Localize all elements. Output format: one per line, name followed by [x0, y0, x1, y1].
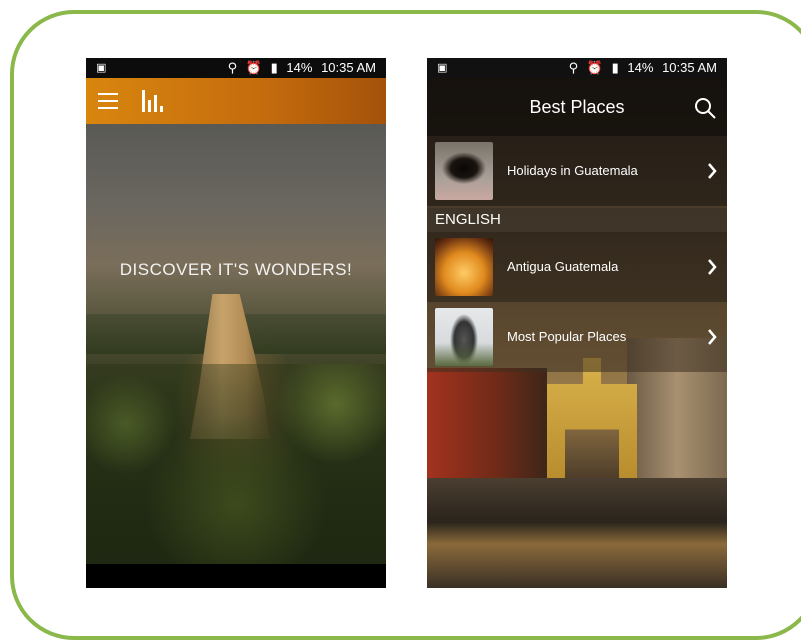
jungle-canopy — [86, 364, 386, 564]
list-item-antigua[interactable]: Antigua Guatemala — [427, 232, 727, 302]
section-header: ENGLISH — [427, 208, 727, 232]
chevron-right-icon — [708, 163, 717, 179]
search-icon[interactable] — [693, 96, 717, 120]
list-item-label: Holidays in Guatemala — [507, 163, 638, 178]
thumbnail-church — [435, 238, 493, 296]
phone-screen-left: ▣ ⚲ ⏰ ▮ 14% 10:35 AM DISCOVER IT'S WONDE… — [86, 58, 386, 588]
status-right: ⚲ ⏰ ▮ 14% 10:35 AM — [564, 58, 717, 78]
status-time: 10:35 AM — [321, 60, 376, 75]
thumbnail-cave — [435, 142, 493, 200]
clock-arch — [547, 358, 637, 488]
page-title: Best Places — [529, 97, 625, 117]
app-bar — [86, 78, 386, 124]
bottom-bar — [86, 564, 386, 588]
location-icon: ⚲ — [227, 60, 238, 75]
status-time: 10:35 AM — [662, 60, 717, 75]
signal-icon: ▮ — [270, 60, 278, 75]
status-bar: ▣ ⚲ ⏰ ▮ 14% 10:35 AM — [427, 58, 727, 78]
top-bar: Best Places — [427, 78, 727, 136]
battery-level: 14% — [627, 60, 654, 75]
thumbnail-temple — [435, 308, 493, 366]
phone-screen-right: ▣ ⚲ ⏰ ▮ 14% 10:35 AM Best Places Holiday… — [427, 58, 727, 588]
signal-icon: ▮ — [611, 60, 619, 75]
bar-chart-icon[interactable] — [142, 90, 166, 112]
battery-level: 14% — [286, 60, 313, 75]
alarm-icon: ⏰ — [586, 60, 603, 75]
status-right: ⚲ ⏰ ▮ 14% 10:35 AM — [223, 58, 376, 78]
chevron-right-icon — [708, 329, 717, 345]
list-item-label: Antigua Guatemala — [507, 259, 619, 274]
chevron-right-icon — [708, 259, 717, 275]
hero-image: DISCOVER IT'S WONDERS! — [86, 124, 386, 564]
list-item-popular[interactable]: Most Popular Places — [427, 302, 727, 372]
alarm-icon: ⏰ — [245, 60, 262, 75]
hamburger-icon[interactable] — [98, 93, 118, 109]
status-bar: ▣ ⚲ ⏰ ▮ 14% 10:35 AM — [86, 58, 386, 78]
wet-street — [427, 478, 727, 588]
notification-icon: ▣ — [437, 62, 448, 74]
list-item-label: Most Popular Places — [507, 329, 627, 344]
notification-icon: ▣ — [96, 62, 107, 74]
list-item-holidays[interactable]: Holidays in Guatemala — [427, 136, 727, 206]
location-icon: ⚲ — [568, 60, 579, 75]
hero-title: DISCOVER IT'S WONDERS! — [119, 260, 353, 279]
